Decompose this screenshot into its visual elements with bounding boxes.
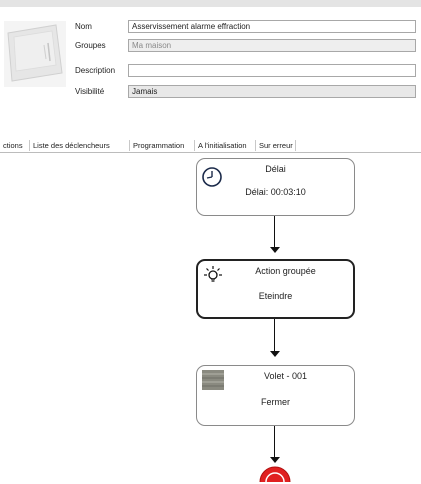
window-top-strip [0, 0, 421, 7]
tab-on-error[interactable]: Sur erreur [256, 140, 296, 151]
flow-node-group-action[interactable]: Action groupée Eteindre [196, 259, 355, 319]
properties-panel: Nom Asservissement alarme effraction Gro… [0, 7, 421, 139]
tab-triggers-list[interactable]: Liste des déclencheurs [30, 140, 130, 151]
name-label: Nom [75, 22, 92, 31]
flow-node-title: Action groupée [255, 266, 316, 276]
flow-node-action: Eteindre [258, 291, 293, 301]
flow-canvas: Délai Délai: 00:03:10 Action groupée Ete… [0, 153, 421, 484]
groups-label: Groupes [75, 41, 106, 50]
flow-arrow [270, 351, 280, 357]
flow-node-delay[interactable]: Délai Délai: 00:03:10 [196, 158, 355, 216]
flow-connector [274, 216, 275, 247]
flow-connector [274, 319, 275, 351]
groups-field[interactable]: Ma maison [128, 39, 416, 52]
tabs-bar: ctions Liste des déclencheurs Programmat… [0, 139, 421, 153]
visibility-select[interactable]: Jamais [128, 85, 416, 98]
flow-arrow [270, 247, 280, 253]
description-field[interactable] [128, 64, 416, 77]
flow-node-action: Fermer [261, 397, 290, 407]
flow-arrow [270, 457, 280, 463]
device-image [4, 21, 66, 87]
description-label: Description [75, 66, 116, 75]
flow-node-title: Volet - 001 [263, 371, 308, 381]
flow-connector [274, 426, 275, 457]
flow-node-shutter[interactable]: Volet - 001 Fermer [196, 365, 355, 426]
tab-on-init[interactable]: A l'initialisation [195, 140, 256, 151]
flow-node-action: Délai: 00:03:10 [245, 187, 306, 197]
name-field[interactable]: Asservissement alarme effraction [128, 20, 416, 33]
flow-node-title: Délai [265, 164, 286, 174]
visibility-label: Visibilité [75, 87, 105, 96]
stop-icon[interactable] [259, 465, 291, 484]
tab-actions[interactable]: ctions [0, 140, 30, 151]
tab-schedule[interactable]: Programmation [130, 140, 195, 151]
